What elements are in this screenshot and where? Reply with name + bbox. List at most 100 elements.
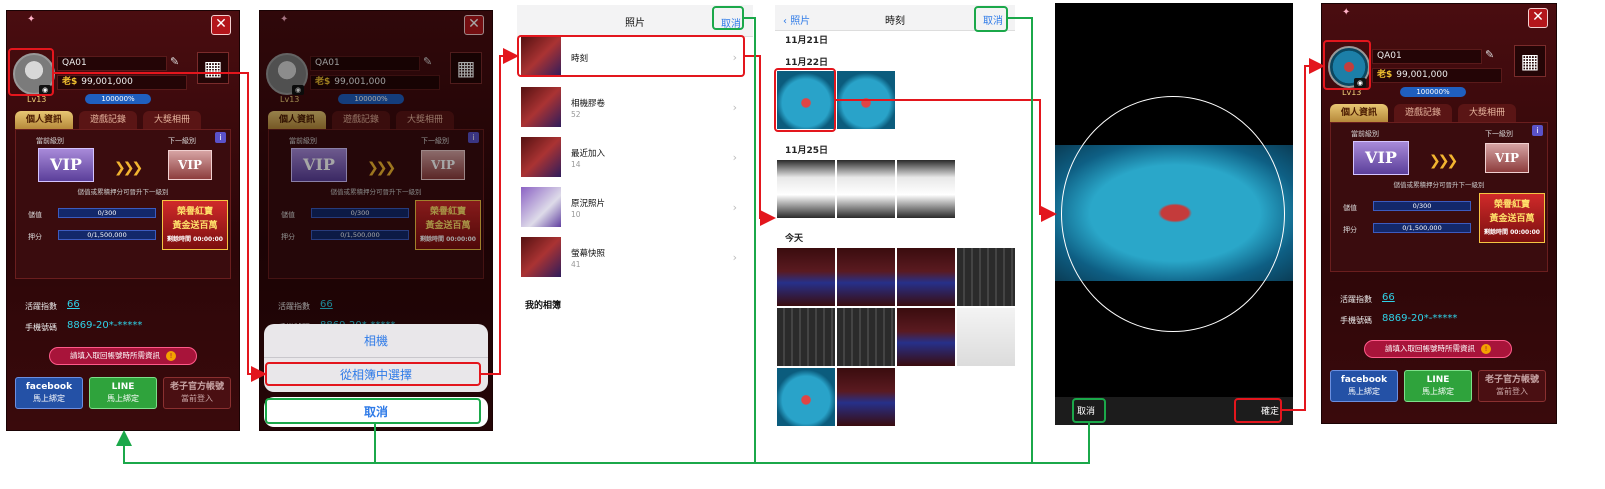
recovery-info-text: 請填入取回帳號時所需資訊: [1385, 344, 1475, 353]
coin-amount: 99,001,000: [81, 77, 133, 87]
next-level-label: 下一級別: [1485, 130, 1513, 138]
activity-value: 66: [1382, 292, 1395, 303]
photo-thumbnail[interactable]: [897, 248, 955, 306]
activity-label: 活躍指數: [1340, 295, 1372, 304]
activity-label: 活躍指數: [25, 302, 57, 311]
coin-balance: 老$ 99,001,000: [57, 75, 187, 90]
arrow-right-icon: ❯❯❯: [114, 160, 143, 176]
tab-game-records[interactable]: 遊戲記錄: [1394, 104, 1452, 122]
photo-thumbnail[interactable]: [837, 248, 895, 306]
photo-thumbnail[interactable]: [837, 308, 895, 366]
nav-title: 時刻: [885, 16, 905, 27]
album-count: 52: [571, 110, 581, 119]
close-button[interactable]: ✕: [1528, 8, 1548, 28]
facebook-title: facebook: [1340, 375, 1388, 385]
tab-jackpot-album[interactable]: 大獎相冊: [143, 111, 201, 129]
tab-jackpot-album[interactable]: 大獎相冊: [1458, 104, 1516, 122]
line-bind-button[interactable]: LINE 馬上綁定: [89, 377, 157, 409]
promo-title: 榮譽紅寶: [1493, 200, 1530, 210]
album-row[interactable]: 原況照片 10 ›: [521, 187, 741, 231]
level-label: Lv13: [1342, 88, 1362, 97]
album-row[interactable]: 相機膠卷 52 ›: [521, 87, 741, 131]
recovery-info-button[interactable]: 請填入取回帳號時所需資訊!: [1364, 340, 1512, 358]
facebook-sub: 馬上綁定: [1348, 387, 1380, 396]
tab-personal-info[interactable]: 個人資訊: [1330, 104, 1388, 122]
action-sheet-cancel-button[interactable]: 取消: [264, 397, 488, 427]
promo-banner[interactable]: 榮譽紅寶黃金送百萬剩餘時間 00:00:00: [1479, 193, 1545, 243]
photo-thumbnail[interactable]: [777, 308, 835, 366]
username-field: QA01: [1372, 49, 1482, 64]
photos-moments: ‹ 照片 時刻 取消 11月21日 11月22日 11月25日 今天: [775, 5, 1015, 430]
info-icon[interactable]: i: [1532, 125, 1543, 136]
tab-game-records[interactable]: 遊戲記錄: [79, 111, 137, 129]
crop-confirm-button[interactable]: 確定: [1261, 404, 1279, 417]
profile-panel-action-sheet: ✦ ✕ ◉ QA01 ✎ 老$ 99,001,000 ▦ Lv13 100000%…: [259, 10, 493, 431]
action-sheet: 相機 從相簿中選擇: [264, 324, 488, 392]
album-row[interactable]: 最近加入 14 ›: [521, 137, 741, 181]
album-row[interactable]: 螢幕快照 41 ›: [521, 237, 741, 281]
nav-cancel-button[interactable]: 取消: [983, 12, 1003, 27]
deposit-label: 儲值: [28, 211, 42, 219]
promo-banner[interactable]: 榮譽紅寶 黃金送百萬 剩餘時間 00:00:00: [162, 200, 228, 250]
official-sub: 當前登入: [181, 394, 213, 403]
level-progress: 100000%: [85, 94, 151, 104]
profile-panel-before: ✦ ✕ ◉ QA01 ✎ 老$ 99,001,000 ▦ Lv13 100000%…: [6, 10, 240, 431]
camera-icon: ◉: [1354, 78, 1366, 88]
phone-label: 手機號碼: [25, 323, 57, 332]
edit-pencil-icon[interactable]: ✎: [1485, 48, 1494, 61]
photo-thumbnail[interactable]: [777, 248, 835, 306]
chevron-right-icon: ›: [732, 51, 737, 64]
album-thumbnail: [521, 237, 561, 277]
facebook-bind-button[interactable]: facebook 馬上綁定: [15, 377, 83, 409]
activity-value: 66: [67, 299, 80, 310]
qr-code-icon[interactable]: ▦: [1514, 45, 1546, 77]
crop-circle[interactable]: [1061, 96, 1285, 332]
deposit-label: 儲值: [1343, 204, 1357, 212]
photo-thumbnail[interactable]: [837, 71, 895, 129]
avatar[interactable]: ◉: [13, 53, 55, 95]
crop-cancel-button[interactable]: 取消: [1077, 404, 1095, 417]
promo-timer: 剩餘時間 00:00:00: [1484, 229, 1540, 236]
promo-subtitle: 黃金送百萬: [1489, 214, 1535, 224]
deposit-progress: 0/300: [58, 208, 156, 218]
line-sub: 馬上綁定: [1422, 387, 1454, 396]
current-level-label: 當前級別: [1351, 130, 1379, 138]
edit-pencil-icon[interactable]: ✎: [170, 55, 179, 68]
official-account-button[interactable]: 老子官方帳號 當前登入: [163, 377, 231, 409]
photo-thumbnail[interactable]: [837, 368, 895, 426]
close-button[interactable]: ✕: [211, 15, 231, 35]
level-label: Lv13: [27, 95, 47, 104]
photo-thumbnail[interactable]: [897, 160, 955, 218]
line-title: LINE: [1426, 375, 1450, 385]
photo-thumbnail[interactable]: [837, 160, 895, 218]
official-title: 老子官方帳號: [1484, 375, 1539, 385]
photo-thumbnail[interactable]: [777, 368, 835, 426]
info-icon[interactable]: i: [215, 132, 226, 143]
profile-tabs: 個人資訊 遊戲記錄 大獎相冊: [15, 111, 231, 129]
qr-code-icon[interactable]: ▦: [197, 52, 229, 84]
sparkle-icon: ✦: [27, 14, 36, 25]
nav-cancel-button[interactable]: 取消: [721, 15, 741, 30]
album-count: 14: [571, 160, 581, 169]
photo-thumbnail[interactable]: [777, 71, 835, 129]
recovery-info-button[interactable]: 請填入取回帳號時所需資訊!: [49, 347, 197, 365]
choose-from-album-option[interactable]: 從相簿中選擇: [264, 358, 488, 392]
album-name: 最近加入: [571, 149, 606, 159]
avatar[interactable]: ◉: [1328, 46, 1370, 88]
date-header: 11月22日: [785, 58, 829, 68]
official-sub: 當前登入: [1496, 387, 1528, 396]
photo-thumbnail[interactable]: [897, 308, 955, 366]
official-account-button[interactable]: 老子官方帳號 當前登入: [1478, 370, 1546, 402]
photo-thumbnail[interactable]: [957, 248, 1015, 306]
photo-thumbnail[interactable]: [777, 160, 835, 218]
nav-bar: ‹ 照片 時刻 取消: [775, 5, 1015, 31]
nav-bar: 照片 取消: [517, 5, 753, 37]
tab-personal-info[interactable]: 個人資訊: [15, 111, 73, 129]
facebook-bind-button[interactable]: facebook 馬上綁定: [1330, 370, 1398, 402]
photo-thumbnail[interactable]: [957, 308, 1015, 366]
chevron-right-icon: ›: [732, 101, 737, 114]
camera-option[interactable]: 相機: [264, 324, 488, 358]
line-bind-button[interactable]: LINE 馬上綁定: [1404, 370, 1472, 402]
album-row[interactable]: 時刻 ›: [521, 37, 741, 81]
vip-current-badge: VIP: [1353, 141, 1409, 175]
